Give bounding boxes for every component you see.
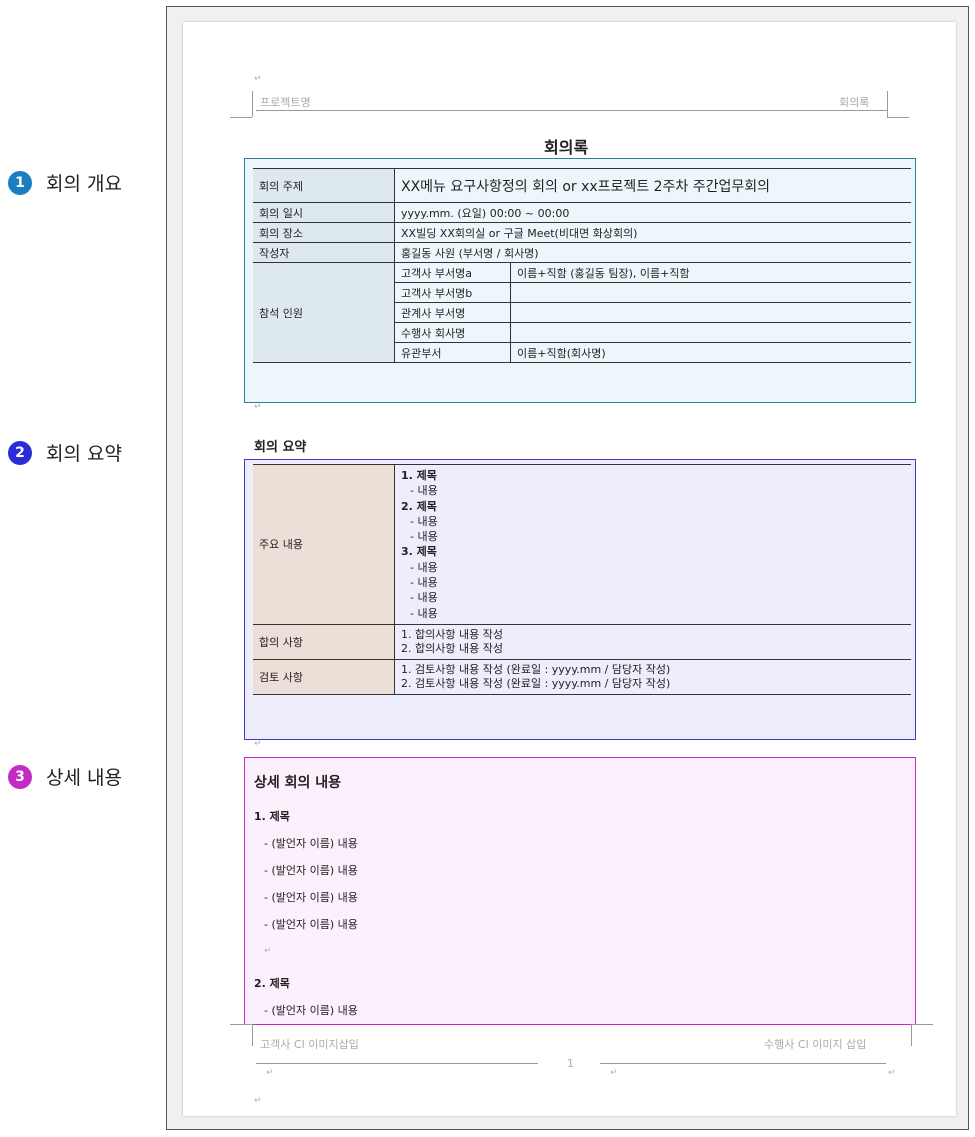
attendee-org[interactable]: 고객사 부서명b — [394, 282, 511, 303]
paragraph-mark: ↵ — [254, 739, 262, 749]
main-content-label: 주요 내용 — [253, 464, 395, 625]
attendee-names[interactable]: 이름+직함(회사명) — [510, 342, 911, 363]
footer-client-logo: 고객사 CI 이미지삽입 — [260, 1038, 359, 1051]
row-label: 회의 일시 — [253, 202, 395, 223]
paragraph-mark: ↵ — [254, 1096, 262, 1106]
header-corner-mark — [252, 91, 253, 117]
annotation-detail: 3 상세 내용 — [8, 763, 122, 790]
footer-vendor-logo: 수행사 CI 이미지 삽입 — [764, 1038, 867, 1051]
table-row: 회의 일시 yyyy.mm. (요일) 00:00 ~ 00:00 — [253, 202, 911, 223]
footer-rule — [256, 1063, 538, 1064]
annotation-label: 회의 요약 — [46, 443, 122, 465]
list-item: 2. 제목 — [401, 499, 437, 513]
annotation-number: 2 — [8, 440, 32, 465]
table-row: 회의 장소 XX빌딩 XX회의실 or 구글 Meet(비대면 화상회의) — [253, 222, 911, 243]
attendee-org[interactable]: 수행사 회사명 — [394, 322, 511, 343]
header-project-name: 프로젝트명 — [260, 96, 311, 109]
list-item: - 내용 — [410, 530, 438, 544]
paragraph-mark: ↵ — [254, 402, 262, 412]
table-row: 참석 인원 고객사 부서명a 이름+직함 (홍길동 팀장), 이름+직함 — [253, 262, 911, 363]
list-item: - 내용 — [410, 514, 438, 528]
meeting-datetime[interactable]: yyyy.mm. (요일) 00:00 ~ 00:00 — [394, 202, 911, 223]
paragraph-mark: ↵ — [610, 1068, 618, 1078]
list-item: 2. 합의사항 내용 작성 — [401, 641, 503, 655]
detail-line[interactable]: - (발언자 이름) 내용 — [264, 916, 358, 932]
header-corner-mark — [887, 91, 888, 117]
row-label: 작성자 — [253, 242, 395, 263]
attendee-names[interactable]: 이름+직함 (홍길동 팀장), 이름+직함 — [510, 262, 911, 283]
agreement-cell[interactable]: 1. 합의사항 내용 작성 2. 합의사항 내용 작성 — [394, 623, 911, 660]
table-row: 작성자 홍길동 사원 (부서명 / 회사명) — [253, 242, 911, 263]
attendee-names[interactable] — [510, 302, 911, 323]
list-item: 1. 합의사항 내용 작성 — [401, 627, 503, 641]
table-row: 합의 사항 1. 합의사항 내용 작성 2. 합의사항 내용 작성 — [253, 623, 911, 660]
list-item: - 내용 — [410, 484, 438, 498]
paragraph-mark: ↵ — [264, 946, 272, 956]
header-corner-mark — [230, 117, 252, 118]
paragraph-mark: ↵ — [888, 1068, 896, 1078]
meeting-location[interactable]: XX빌딩 XX회의실 or 구글 Meet(비대면 화상회의) — [394, 222, 911, 243]
page-number: 1 — [567, 1057, 574, 1070]
attendees-label: 참석 인원 — [253, 262, 395, 363]
review-cell[interactable]: 1. 검토사항 내용 작성 (완료일 : yyyy.mm / 담당자 작성) 2… — [394, 658, 911, 695]
attendee-names[interactable] — [510, 282, 911, 303]
table-row: 주요 내용 1. 제목 - 내용 2. 제목 - 내용 - 내용 3. 제목 -… — [253, 464, 911, 625]
footer-corner-mark — [252, 1024, 253, 1046]
attendee-names[interactable] — [510, 322, 911, 343]
list-item: - 내용 — [410, 560, 438, 574]
detail-item-heading[interactable]: 1. 제목 — [254, 808, 290, 824]
table-row: 회의 주제 XX메뉴 요구사항정의 회의 or xx프로젝트 2주차 주간업무회… — [253, 168, 911, 203]
footer-corner-mark — [911, 1024, 912, 1046]
detail-title: 상세 회의 내용 — [254, 775, 342, 791]
detail-item-heading[interactable]: 2. 제목 — [254, 975, 290, 991]
footer-corner-mark — [230, 1024, 252, 1025]
footer-corner-mark — [911, 1024, 933, 1025]
review-label: 검토 사항 — [253, 658, 395, 695]
footer-rule — [600, 1063, 886, 1064]
annotation-label: 상세 내용 — [46, 767, 122, 789]
meeting-author[interactable]: 홍길동 사원 (부서명 / 회사명) — [394, 242, 911, 263]
detail-line[interactable]: - (발언자 이름) 내용 — [264, 889, 358, 905]
list-item: 1. 제목 — [401, 469, 437, 482]
attendee-org[interactable]: 유관부서 — [394, 342, 511, 363]
annotation-overview: 1 회의 개요 — [8, 169, 122, 196]
table-row: 검토 사항 1. 검토사항 내용 작성 (완료일 : yyyy.mm / 담당자… — [253, 658, 911, 695]
header-rule — [256, 110, 888, 111]
list-item: 1. 검토사항 내용 작성 (완료일 : yyyy.mm / 담당자 작성) — [401, 662, 671, 676]
row-label: 회의 주제 — [253, 168, 395, 203]
header-corner-mark — [887, 117, 909, 118]
header-doc-name: 회의록 — [839, 96, 870, 109]
meeting-topic[interactable]: XX메뉴 요구사항정의 회의 or xx프로젝트 2주차 주간업무회의 — [394, 168, 911, 203]
list-item: - 내용 — [410, 606, 438, 620]
row-label: 회의 장소 — [253, 222, 395, 243]
annotation-label: 회의 개요 — [46, 173, 122, 195]
overview-table: 회의 주제 XX메뉴 요구사항정의 회의 or xx프로젝트 2주차 주간업무회… — [253, 168, 911, 363]
annotation-number: 1 — [8, 170, 32, 195]
list-item: 2. 검토사항 내용 작성 (완료일 : yyyy.mm / 담당자 작성) — [401, 676, 671, 690]
summary-table: 주요 내용 1. 제목 - 내용 2. 제목 - 내용 - 내용 3. 제목 -… — [253, 464, 911, 695]
list-item: - 내용 — [410, 576, 438, 590]
list-item: 3. 제목 — [401, 545, 437, 559]
main-content-cell[interactable]: 1. 제목 - 내용 2. 제목 - 내용 - 내용 3. 제목 - 내용 - … — [394, 464, 911, 625]
document-title: 회의록 — [544, 138, 589, 157]
annotation-summary: 2 회의 요약 — [8, 439, 122, 466]
annotation-number: 3 — [8, 764, 32, 789]
paragraph-mark: ↵ — [266, 1068, 274, 1078]
agreement-label: 합의 사항 — [253, 623, 395, 660]
list-item: - 내용 — [410, 591, 438, 605]
detail-section: 상세 회의 내용 1. 제목 - (발언자 이름) 내용 - (발언자 이름) … — [244, 757, 916, 1025]
detail-line[interactable]: - (발언자 이름) 내용 — [264, 835, 358, 851]
attendee-org[interactable]: 고객사 부서명a — [394, 262, 511, 283]
attendee-org[interactable]: 관계사 부서명 — [394, 302, 511, 323]
paragraph-mark: ↵ — [254, 74, 262, 84]
detail-line[interactable]: - (발언자 이름) 내용 — [264, 1002, 358, 1018]
summary-heading: 회의 요약 — [254, 440, 307, 455]
detail-line[interactable]: - (발언자 이름) 내용 — [264, 862, 358, 878]
